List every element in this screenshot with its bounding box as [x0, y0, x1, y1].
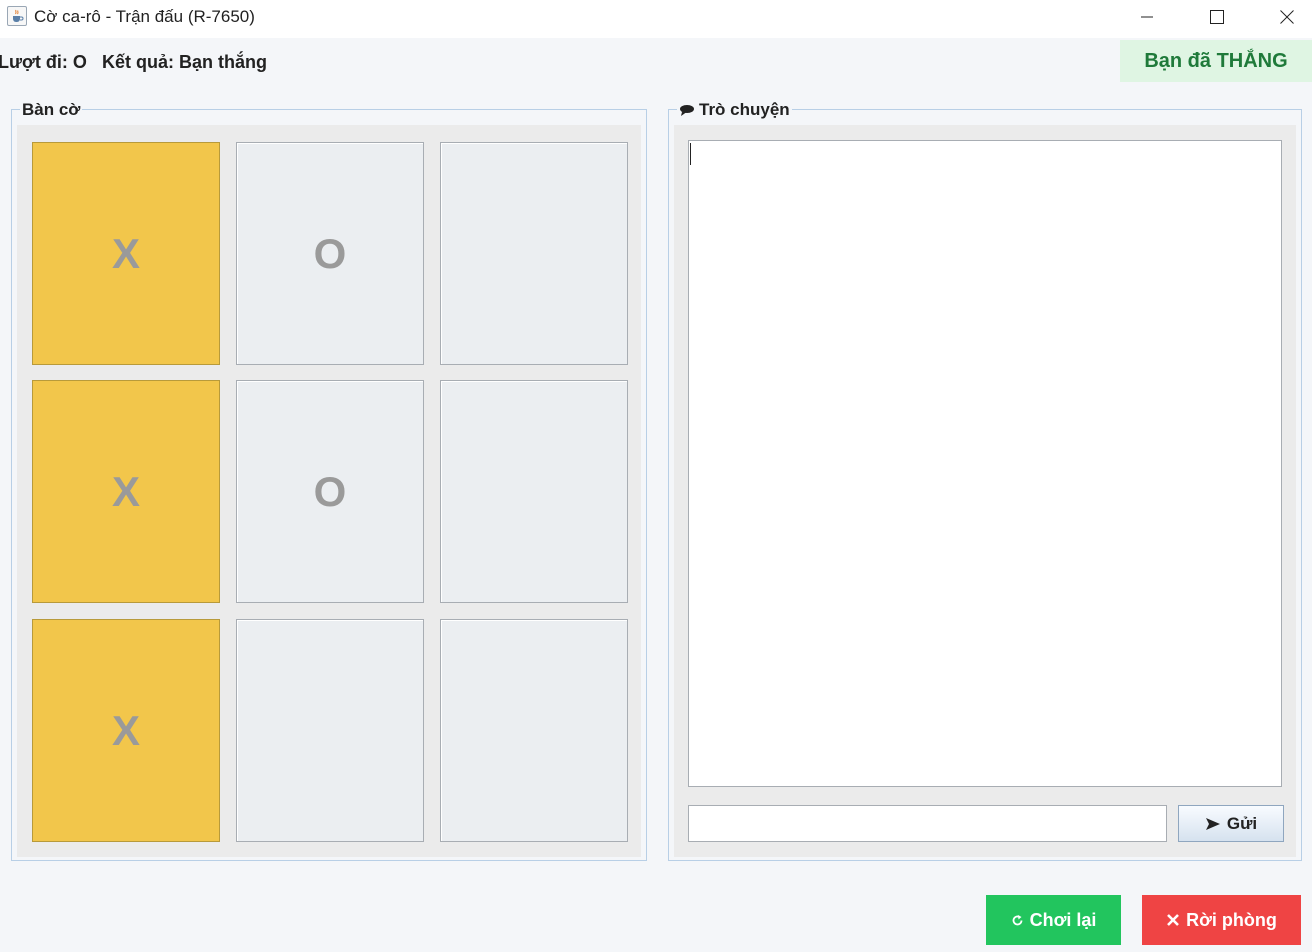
chat-title-label: Trò chuyện	[699, 100, 790, 119]
chat-log[interactable]	[688, 140, 1282, 787]
board-cell[interactable]: O	[236, 380, 424, 603]
refresh-icon	[1012, 914, 1022, 925]
board-panel: Bàn cờ X O X O X	[11, 100, 647, 861]
close-window-button[interactable]	[1252, 0, 1312, 34]
cell-mark: X	[111, 467, 140, 515]
send-button[interactable]: Gửi	[1178, 805, 1284, 842]
cell-mark: O	[313, 467, 347, 515]
board-cell[interactable]: X	[32, 380, 220, 603]
board-cell[interactable]: X	[32, 142, 220, 365]
send-label: Gửi	[1226, 813, 1258, 833]
minimize-button[interactable]	[1112, 0, 1182, 34]
board-cell[interactable]	[236, 619, 424, 842]
maximize-button[interactable]	[1182, 0, 1252, 34]
leave-label: Rời phòng	[1186, 909, 1277, 930]
board-cell[interactable]	[440, 619, 628, 842]
title-bar: Cờ ca-rô - Trận đấu (R-7650)	[0, 0, 1312, 38]
chat-message-input[interactable]	[688, 805, 1167, 842]
window-title: Cờ ca-rô - Trận đấu (R-7650)	[34, 7, 255, 26]
close-icon	[1167, 914, 1180, 926]
board-cell[interactable]	[440, 380, 628, 603]
chat-panel: Trò chuyện Gửi	[668, 100, 1302, 861]
text-caret	[690, 143, 691, 165]
speech-bubble-icon	[680, 105, 694, 116]
board-cell[interactable]: X	[32, 619, 220, 842]
chat-body: Gửi	[674, 125, 1296, 857]
maximize-icon	[1210, 10, 1224, 24]
cell-mark: O	[313, 229, 347, 277]
chat-title: Trò chuyện	[677, 100, 792, 120]
leave-room-button[interactable]: Rời phòng	[1142, 895, 1301, 945]
turn-label: Lượt đi: O	[0, 52, 87, 72]
minimize-icon	[1141, 16, 1153, 18]
board-grid: X O X O X	[17, 125, 641, 857]
close-icon	[1280, 10, 1294, 24]
replay-button[interactable]: Chơi lại	[986, 895, 1121, 945]
board-cell[interactable]	[440, 142, 628, 365]
board-title: Bàn cờ	[20, 100, 83, 120]
board-cell[interactable]: O	[236, 142, 424, 365]
result-label: Kết quả: Bạn thắng	[102, 52, 267, 72]
java-cup-icon	[7, 6, 27, 26]
arrow-right-icon	[1205, 817, 1220, 830]
win-banner: Bạn đã THẮNG	[1120, 40, 1312, 82]
cell-mark: X	[111, 706, 140, 754]
replay-label: Chơi lại	[1029, 909, 1097, 930]
cell-mark: X	[111, 229, 140, 277]
status-row: Lượt đi: O Kết quả: Bạn thắng Bạn đã THẮ…	[0, 40, 1312, 82]
